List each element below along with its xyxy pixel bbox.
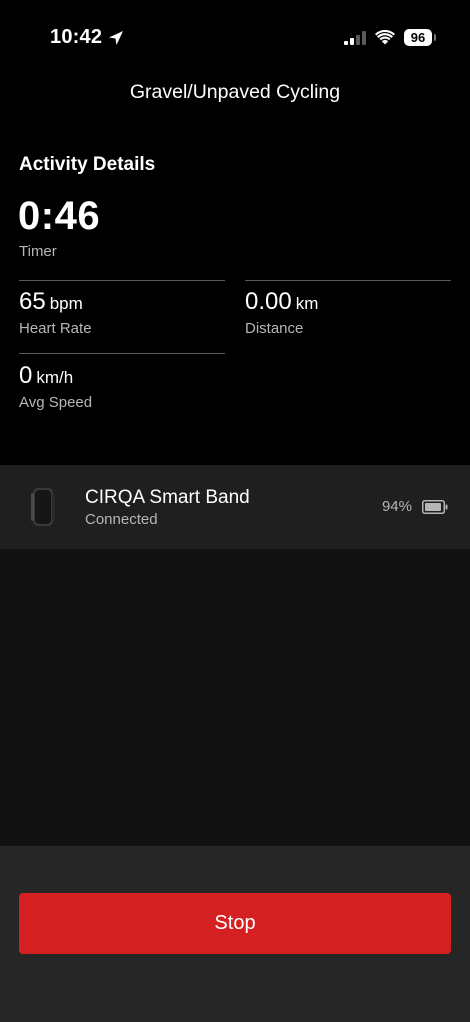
heart-rate-value-row: 65 bpm	[19, 288, 92, 318]
status-indicators: 96	[344, 29, 436, 46]
device-battery-icon	[422, 500, 448, 514]
distance-unit: km	[295, 294, 319, 313]
avg-speed-value-row: 0 km/h	[19, 362, 92, 392]
location-arrow-icon	[109, 30, 124, 45]
timer-value: 0:46	[18, 194, 101, 238]
cellular-signal-icon	[344, 30, 366, 45]
device-name: CIRQA Smart Band	[85, 487, 250, 508]
device-battery-percent: 94%	[381, 498, 412, 515]
distance-metric: 0.00 km Distance	[245, 288, 318, 337]
timer-label: Timer	[19, 243, 57, 260]
device-battery-fill	[425, 503, 441, 511]
distance-value-row: 0.00 km	[245, 288, 318, 318]
status-time: 10:42	[50, 26, 124, 49]
heart-rate-value: 65	[19, 288, 46, 315]
distance-value: 0.00	[245, 288, 292, 315]
divider	[245, 280, 451, 281]
distance-label: Distance	[245, 320, 304, 337]
smart-band-icon	[31, 488, 55, 526]
activity-type-title: Gravel/Unpaved Cycling	[129, 81, 341, 103]
divider	[19, 353, 225, 354]
avg-speed-label: Avg Speed	[19, 394, 93, 411]
battery-level-text: 96	[410, 30, 426, 45]
stop-button[interactable]: Stop	[19, 893, 451, 954]
divider	[19, 280, 225, 281]
status-bar: 10:42 96	[0, 0, 470, 60]
device-connection-status: Connected	[85, 511, 158, 528]
heart-rate-metric: 65 bpm Heart Rate	[19, 288, 92, 337]
wifi-icon	[375, 30, 395, 45]
heart-rate-label: Heart Rate	[19, 320, 92, 337]
heart-rate-unit: bpm	[49, 294, 83, 313]
avg-speed-value: 0	[19, 362, 33, 389]
battery-icon: 96	[404, 29, 436, 46]
activity-details-heading: Activity Details	[19, 154, 156, 175]
content-area	[0, 549, 470, 846]
connected-device-row[interactable]: CIRQA Smart Band Connected 94%	[0, 465, 470, 549]
status-time-text: 10:42	[50, 26, 103, 48]
avg-speed-metric: 0 km/h Avg Speed	[19, 362, 92, 411]
avg-speed-unit: km/h	[36, 368, 74, 387]
